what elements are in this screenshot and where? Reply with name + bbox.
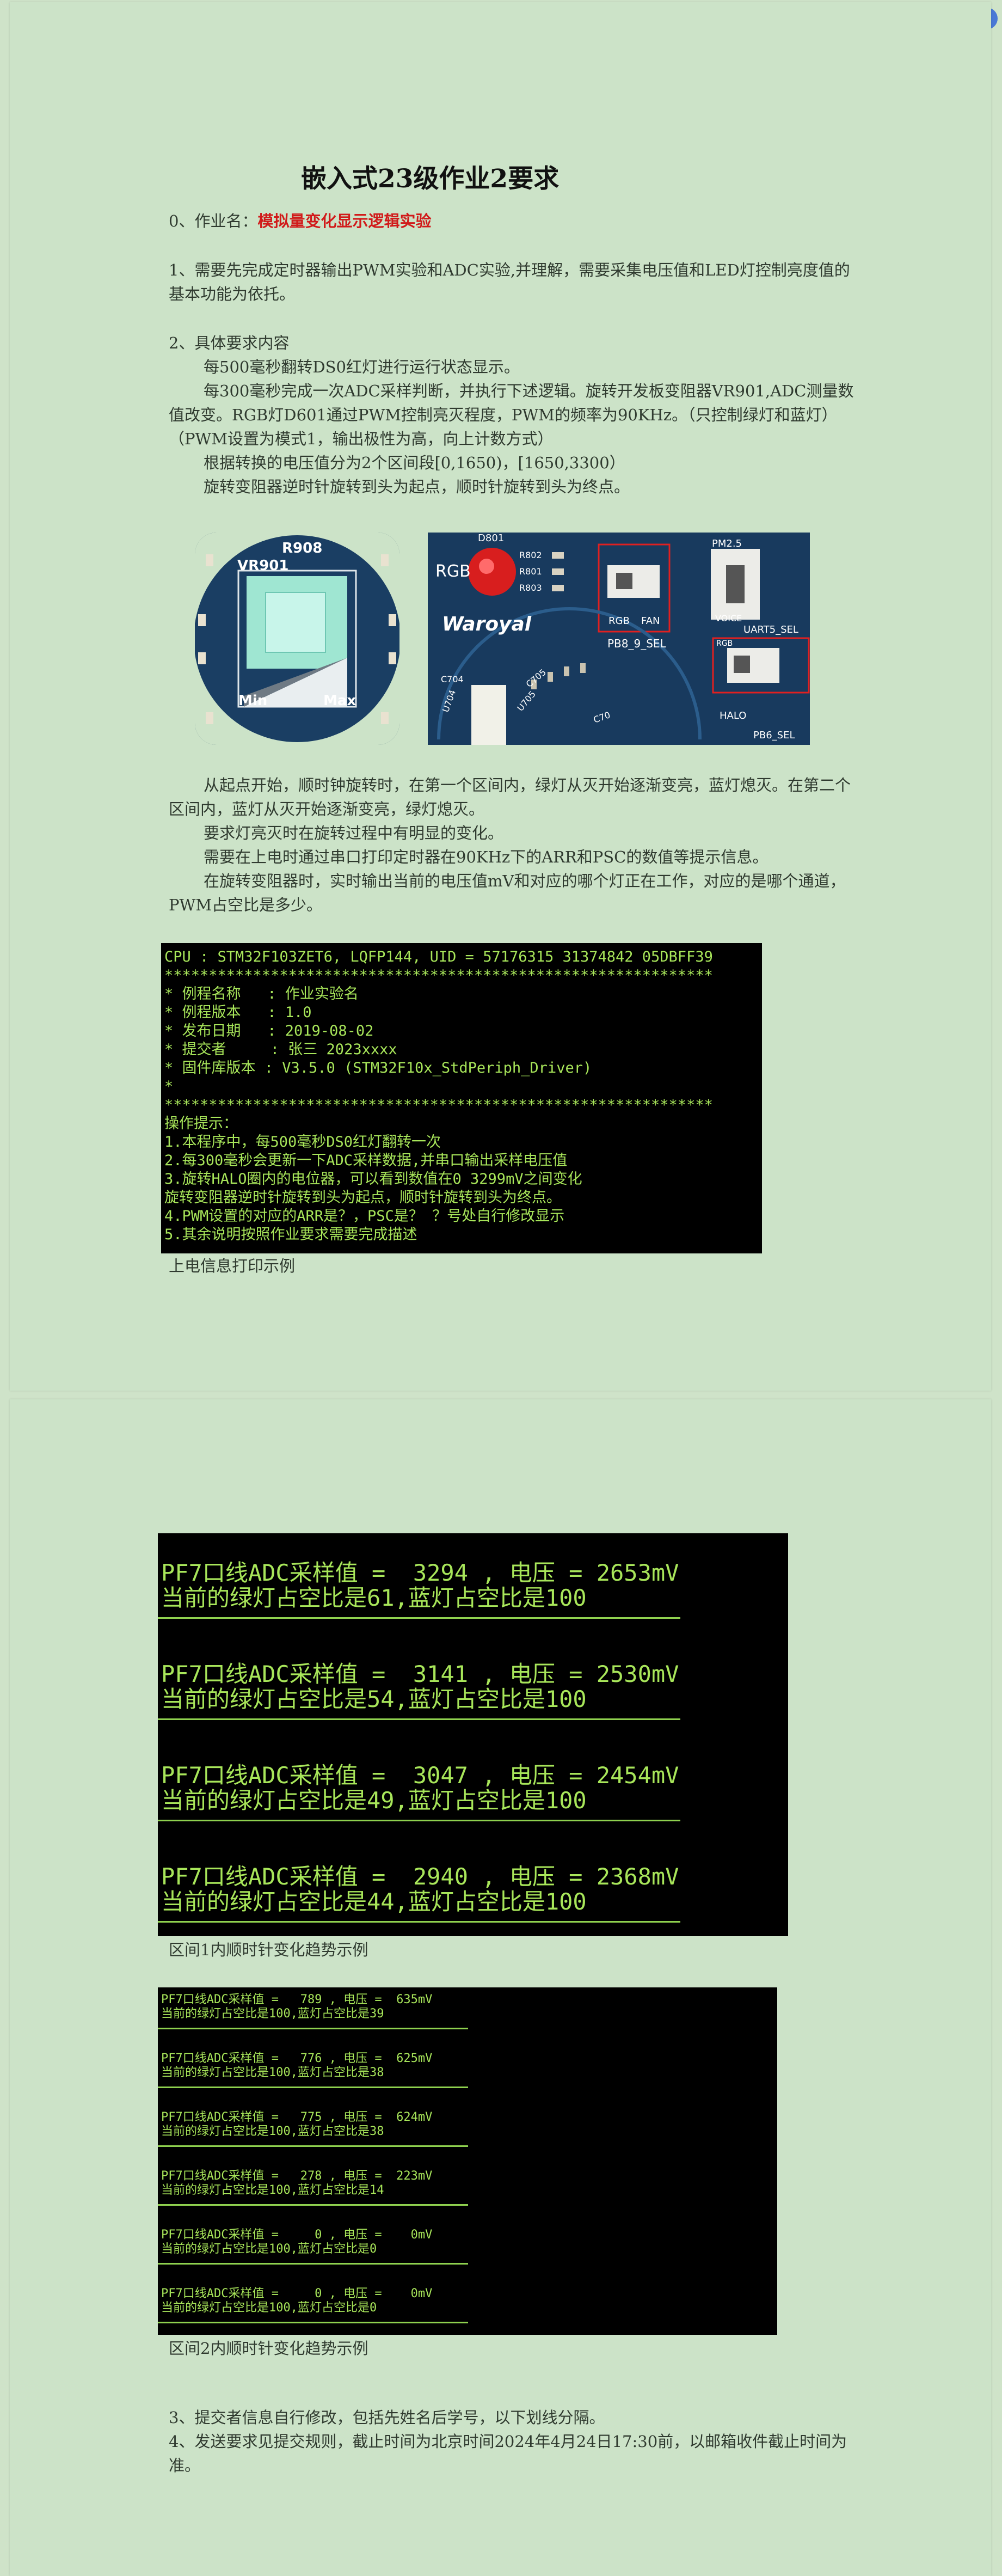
duty-cycle-line: 当前的绿灯占空比是44,蓝灯占空比是100 [161,1888,587,1915]
boot-terminal-screenshot: CPU : STM32F103ZET6, LQFP144, UID = 5717… [161,943,762,1253]
adc-sample-line: PF7口线ADC采样值 = 0 , 电压 = 0mV [161,2287,433,2300]
section-2-heading: 2、具体要求内容 [169,334,290,352]
boot-terminal-line: ****************************************… [164,967,713,984]
board2-label-r803: R803 [519,583,542,593]
requirement-direction: 旋转变阻器逆时针旋转到头为起点，顺时针旋转到头为终点。 [204,478,630,496]
adc-sample-line: PF7口线ADC采样值 = 2940 , 电压 = 2368mV [161,1863,679,1890]
rgb-switch-board-photo: D801 RGB R802 R801 R803 RGB FAN PB8_9_SE… [428,533,810,745]
adc-sample-line: PF7口线ADC采样值 = 775 , 电压 = 624mV [161,2110,433,2124]
adc-sample-line: PF7口线ADC采样值 = 0 , 电压 = 0mV [161,2228,433,2242]
requirement-ranges: 根据转换的电压值分为2个区间段[0,1650)，[1650,3300） [204,454,625,472]
terminal-separator-rule [158,2263,468,2265]
duty-cycle-line: 当前的绿灯占空比是100,蓝灯占空比是0 [161,2301,377,2315]
requirement-blink: 每500毫秒翻转DS0红灯进行运行状态显示。 [204,358,520,376]
requirement-adc: 每300毫秒完成一次ADC采样判断，并执行下述逻辑。旋转开发板变阻器VR901,… [169,382,854,448]
board2-label-pb8: PB8_9_SEL [607,637,666,650]
range1-terminal-screenshot: PF7口线ADC采样值 = 3294 , 电压 = 2653mV 当前的绿灯占空比… [158,1533,788,1936]
document-page-2: PF7口线ADC采样值 = 3294 , 电压 = 2653mV 当前的绿灯占空比… [10,1399,991,2576]
section-2-behaviour: 从起点开始，顺时钟旋转时，在第一个区间内，绿灯从灭开始逐渐变亮，蓝灯熄灭。在第二… [169,773,855,917]
duty-cycle-line: 当前的绿灯占空比是100,蓝灯占空比是0 [161,2242,377,2256]
board2-label-fan: FAN [641,615,660,627]
duty-cycle-line: 当前的绿灯占空比是100,蓝灯占空比是38 [161,2125,384,2138]
board2-label-halo: HALO [720,710,747,721]
section-2: 2、具体要求内容 每500毫秒翻转DS0红灯进行运行状态显示。 每300毫秒完成… [169,331,855,499]
board2-label-c704: C704 [441,674,464,684]
board2-label-r801: R801 [519,566,542,577]
adc-sample-line: PF7口线ADC采样值 = 278 , 电压 = 223mV [161,2169,433,2183]
board1-label-min: Min [238,693,268,709]
board2-label-uart5: UART5_SEL [743,624,798,635]
board1-label-vr901: VR901 [237,558,289,574]
requirement-ranges-behaviour: 从起点开始，顺时钟旋转时，在第一个区间内，绿灯从灭开始逐渐变亮，蓝灯熄灭。在第二… [169,776,851,818]
boot-terminal-line: 5.其余说明按照作业要求需要完成描述 [164,1226,417,1243]
boot-terminal-line: * 发布日期 : 2019-08-02 [164,1023,374,1039]
board2-label-pm25: PM2.5 [712,538,742,549]
terminal-separator-rule [158,1617,680,1619]
boot-terminal-line: * [164,1078,174,1095]
board1-label-r908: R908 [282,540,323,556]
terminal-separator-rule [158,2322,468,2323]
boot-terminal-line: ****************************************… [164,1097,713,1113]
range2-terminal-caption: 区间2内顺时针变化趋势示例 [169,2339,368,2358]
page-title: 嵌入式23级作业2要求 [301,164,560,194]
section-0-prefix: 0、作业名： [169,212,258,230]
board2-label-rgb-halo-switch: RGB [716,639,733,648]
document-page-1: 嵌入式23级作业2要求 0、作业名：模拟量变化显示逻辑实验 1、需要先完成定时器… [10,2,991,1391]
boot-terminal-caption: 上电信息打印示例 [169,1257,296,1275]
board2-label-pb6: PB6_SEL [753,730,795,741]
section-0: 0、作业名：模拟量变化显示逻辑实验 [169,209,855,233]
terminal-separator-rule [158,2145,468,2147]
duty-cycle-line: 当前的绿灯占空比是100,蓝灯占空比是39 [161,2007,384,2021]
board2-label-rgb-switch: RGB [608,615,630,627]
section-4: 4、发送要求见提交规则，截止时间为北京时间2024年4月24日17:30前，以邮… [169,2432,847,2475]
terminal-separator-rule [158,2087,468,2088]
boot-terminal-line: * 提交者 : 张三 2023xxxx [164,1041,397,1058]
boot-terminal-line: 操作提示： [164,1115,238,1132]
boot-terminal-line: 旋转变阻器逆时针旋转到头为起点，顺时针旋转到头为终点。 [164,1189,561,1206]
boot-terminal-line: 1.本程序中，每500毫秒DS0红灯翻转一次 [164,1134,441,1151]
boot-terminal-line: * 例程版本 : 1.0 [164,1004,312,1021]
boot-terminal-line: * 例程名称 : 作业实验名 [164,986,359,1002]
boot-terminal-line: CPU : STM32F103ZET6, LQFP144, UID = 5717… [164,949,713,965]
board2-label-d801: D801 [478,533,505,544]
terminal-separator-rule [158,1820,680,1821]
terminal-separator-rule [158,2204,468,2206]
duty-cycle-line: 当前的绿灯占空比是49,蓝灯占空比是100 [161,1787,587,1814]
duty-cycle-line: 当前的绿灯占空比是61,蓝灯占空比是100 [161,1584,587,1611]
board2-label-rgb: RGB [435,562,471,581]
potentiometer-board-graphic [195,533,399,745]
boot-terminal-line: 3.旋转HALO圈内的电位器，可以看到数值在0 3299mV之间变化 [164,1171,582,1188]
terminal-separator-rule [158,1921,680,1923]
requirement-visible-change: 要求灯亮灭时在旋转过程中有明显的变化。 [204,824,504,842]
boot-terminal-line: * 固件库版本 : V3.5.0 (STM32F10x_StdPeriph_Dr… [164,1060,592,1076]
terminal-separator-rule [158,1718,680,1720]
boot-terminal-line: 4.PWM设置的对应的ARR是？，PSC是？ ？号处自行修改显示 [164,1208,565,1225]
board2-label-r802: R802 [519,550,542,560]
duty-cycle-line: 当前的绿灯占空比是100,蓝灯占空比是14 [161,2183,384,2197]
assignment-name: 模拟量变化显示逻辑实验 [257,212,432,230]
requirement-boot-print: 需要在上电时通过串口打印定时器在90KHz下的ARR和PSC的数值等提示信息。 [204,848,769,866]
section-1: 1、需要先完成定时器输出PWM实验和ADC实验,并理解，需要采集电压值和LED灯… [169,261,850,303]
duty-cycle-line: 当前的绿灯占空比是100,蓝灯占空比是38 [161,2066,384,2079]
adc-sample-line: PF7口线ADC采样值 = 3141 , 电压 = 2530mV [161,1661,679,1687]
adc-sample-line: PF7口线ADC采样值 = 776 , 电压 = 625mV [161,2052,433,2065]
board2-label-voice: VOICE [715,613,742,623]
board2-brand-logo: Waroyal [442,613,532,635]
board1-label-max: Max [323,693,356,709]
adc-sample-line: PF7口线ADC采样值 = 3294 , 电压 = 2653mV [161,1559,679,1586]
adc-sample-line: PF7口线ADC采样值 = 789 , 电压 = 635mV [161,1993,433,2006]
adc-sample-line: PF7口线ADC采样值 = 3047 , 电压 = 2454mV [161,1762,679,1789]
boot-terminal-line: 2.每300毫秒会更新一下ADC采样数据,并串口输出采样电压值 [164,1152,568,1169]
duty-cycle-line: 当前的绿灯占空比是54,蓝灯占空比是100 [161,1686,587,1712]
terminal-separator-rule [158,2028,468,2029]
range2-terminal-screenshot: PF7口线ADC采样值 = 789 , 电压 = 635mV 当前的绿灯占空比是1… [158,1987,777,2335]
requirement-realtime-print: 在旋转变阻器时，实时输出当前的电压值mV和对应的哪个灯正在工作，对应的是哪个通道… [169,872,846,914]
potentiometer-board-photo: R908 VR901 Min Max [195,533,399,745]
range1-terminal-caption: 区间1内顺时针变化趋势示例 [169,1941,368,1959]
section-3: 3、提交者信息自行修改，包括先姓名后学号，以下划线分隔。 [169,2408,605,2427]
